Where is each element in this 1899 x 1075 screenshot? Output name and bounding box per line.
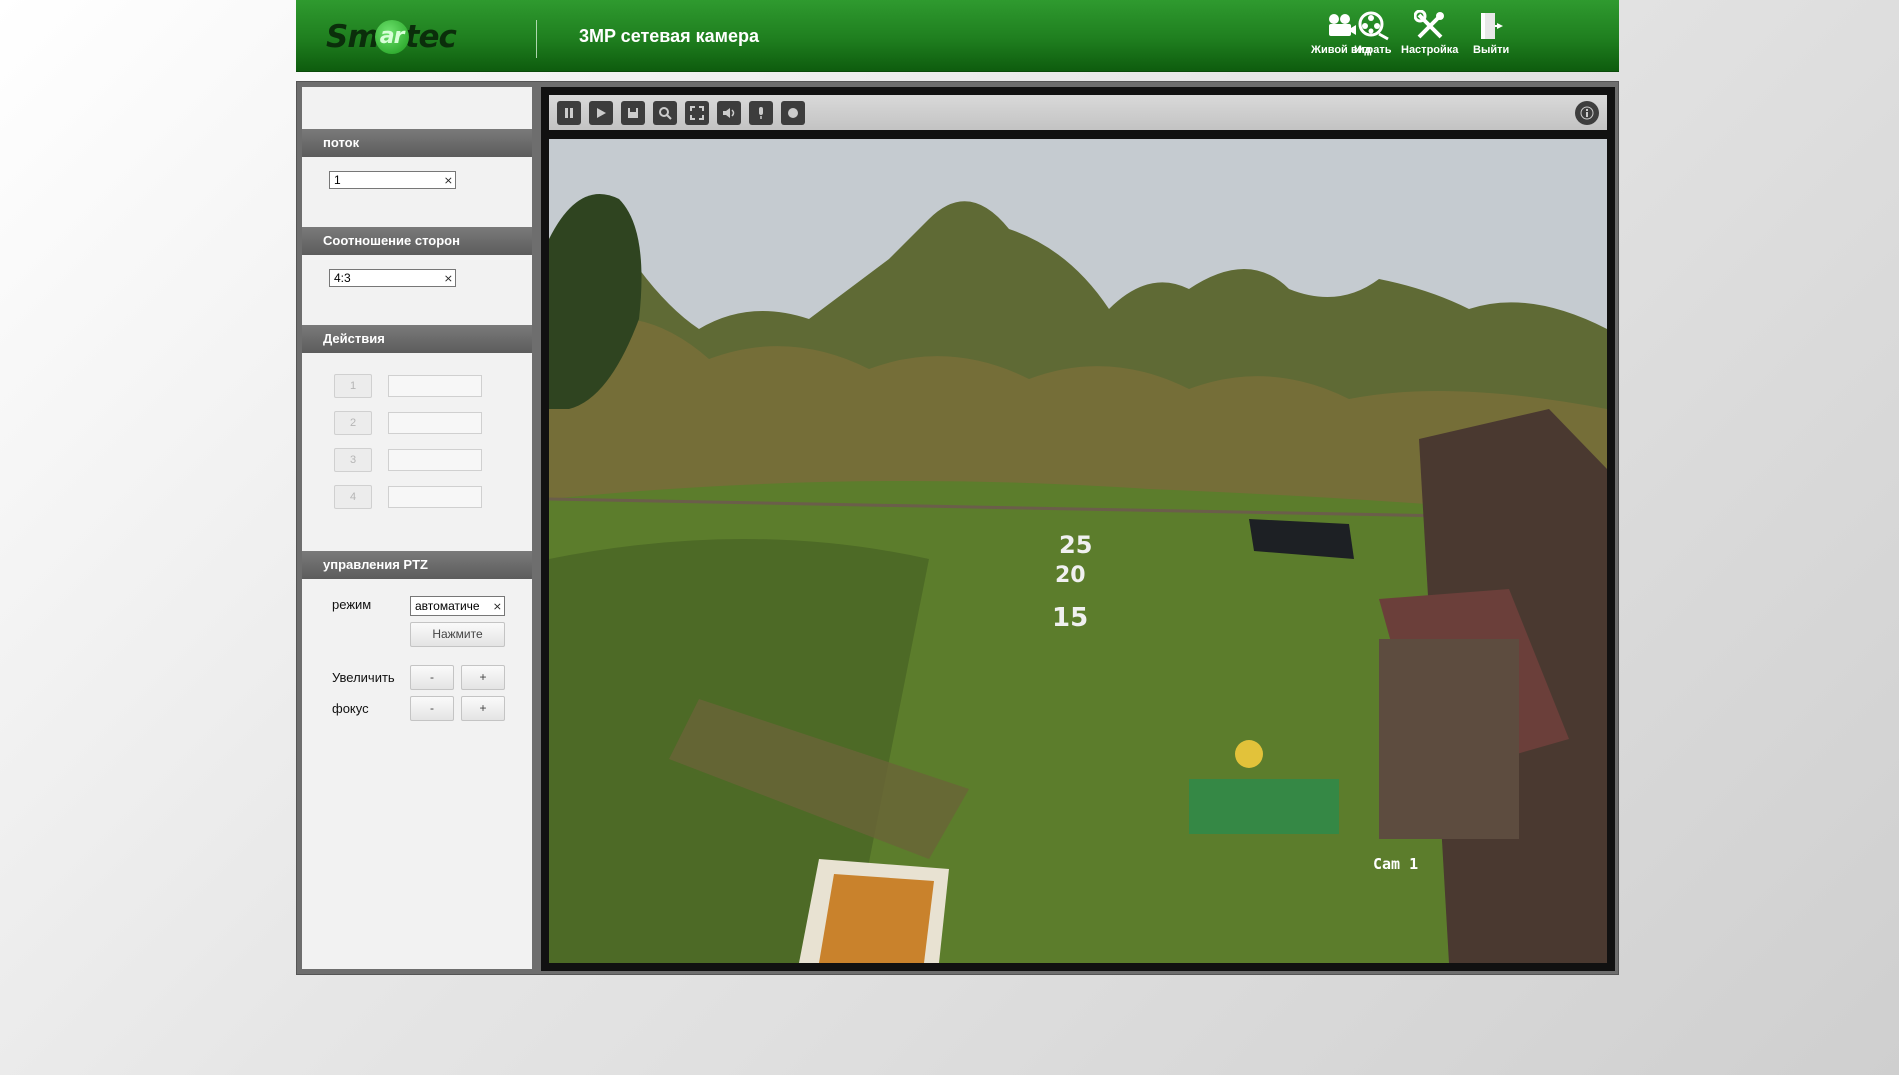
save-icon [628,108,638,118]
film-reel-icon [1358,11,1389,41]
pause-button[interactable] [557,101,581,125]
header-divider [536,20,537,58]
live-video-view[interactable]: 25 20 15 Cam 1 [549,139,1607,963]
action-field-4[interactable] [388,486,482,508]
audio-icon [723,108,735,118]
aspect-ratio-value: 4:3 [334,271,351,285]
ptz-press-button[interactable]: Нажмите [410,622,505,647]
top-header: Smartec 3MP сетевая камера Живой вид Игр… [296,0,1619,72]
video-camera-icon [1329,14,1357,36]
record-button[interactable] [781,101,805,125]
field-number-15: 15 [1052,603,1089,633]
action-button-1[interactable]: 1 [334,374,372,398]
dropdown-arrow-icon: ⨯ [443,175,453,187]
action-button-4[interactable]: 4 [334,485,372,509]
page-title: 3MP сетевая камера [579,26,759,46]
pause-icon [565,108,573,118]
field-number-25: 25 [1059,531,1093,559]
action-button-3[interactable]: 3 [334,448,372,472]
action-field-1[interactable] [388,375,482,397]
player-toolbar [549,95,1607,130]
zoom-out-button[interactable]: - [410,665,454,690]
zoom-in-button[interactable]: + [461,665,505,690]
microphone-icon [759,107,763,119]
camera-osd-label: Cam 1 [1373,855,1419,873]
zoom-label: Увеличить [332,670,395,685]
ptz-section-header: управления PTZ [302,551,532,579]
actions-section-header: Действия [302,325,532,353]
nav-playback[interactable]: Играть [1354,10,1391,56]
nav-settings-label: Настройка [1401,44,1459,56]
play-icon [597,108,606,118]
stream-select-value: 1 [334,173,341,187]
dropdown-arrow-icon: ⨯ [492,601,502,613]
ptz-mode-label: режим [332,597,372,612]
ptz-mode-select[interactable]: автоматиче ⨯ [410,596,505,616]
snapshot-button[interactable] [621,101,645,125]
talk-button[interactable] [749,101,773,125]
tools-icon [1413,10,1444,39]
fullscreen-button[interactable] [685,101,709,125]
video-panel: 25 20 15 Cam 1 [541,87,1615,971]
focus-plus-button[interactable]: + [461,696,505,721]
aspect-ratio-select[interactable]: 4:3 ⨯ [329,269,456,287]
nav-logout-label: Выйти [1473,44,1510,56]
focus-minus-button[interactable]: - [410,696,454,721]
zoom-icon [659,107,672,120]
info-button[interactable] [1575,101,1599,125]
nav-logout[interactable]: Выйти [1473,10,1509,56]
sidebar: поток 1 ⨯ Соотношение сторон 4:3 ⨯ Дейст… [302,87,532,969]
stream-select[interactable]: 1 ⨯ [329,171,456,189]
field-number-20: 20 [1055,563,1086,588]
focus-label: фокус [332,701,369,716]
ptz-mode-value: автоматиче [415,599,480,613]
nav-playback-label: Играть [1354,44,1392,56]
action-field-3[interactable] [388,449,482,471]
aspect-section-header: Соотношение сторон [302,227,532,255]
audio-button[interactable] [717,101,741,125]
action-field-2[interactable] [388,412,482,434]
smartec-logo: Smartec [326,19,457,55]
info-icon [1580,106,1594,120]
digital-zoom-button[interactable] [653,101,677,125]
exit-door-icon [1481,13,1504,39]
dropdown-arrow-icon: ⨯ [443,273,453,285]
action-button-2[interactable]: 2 [334,411,372,435]
fullscreen-icon [690,106,704,120]
main-frame: поток 1 ⨯ Соотношение сторон 4:3 ⨯ Дейст… [296,81,1619,975]
play-button[interactable] [589,101,613,125]
nav-settings[interactable]: Настройка [1401,10,1458,56]
stream-section-header: поток [302,129,532,157]
record-icon [788,108,798,118]
